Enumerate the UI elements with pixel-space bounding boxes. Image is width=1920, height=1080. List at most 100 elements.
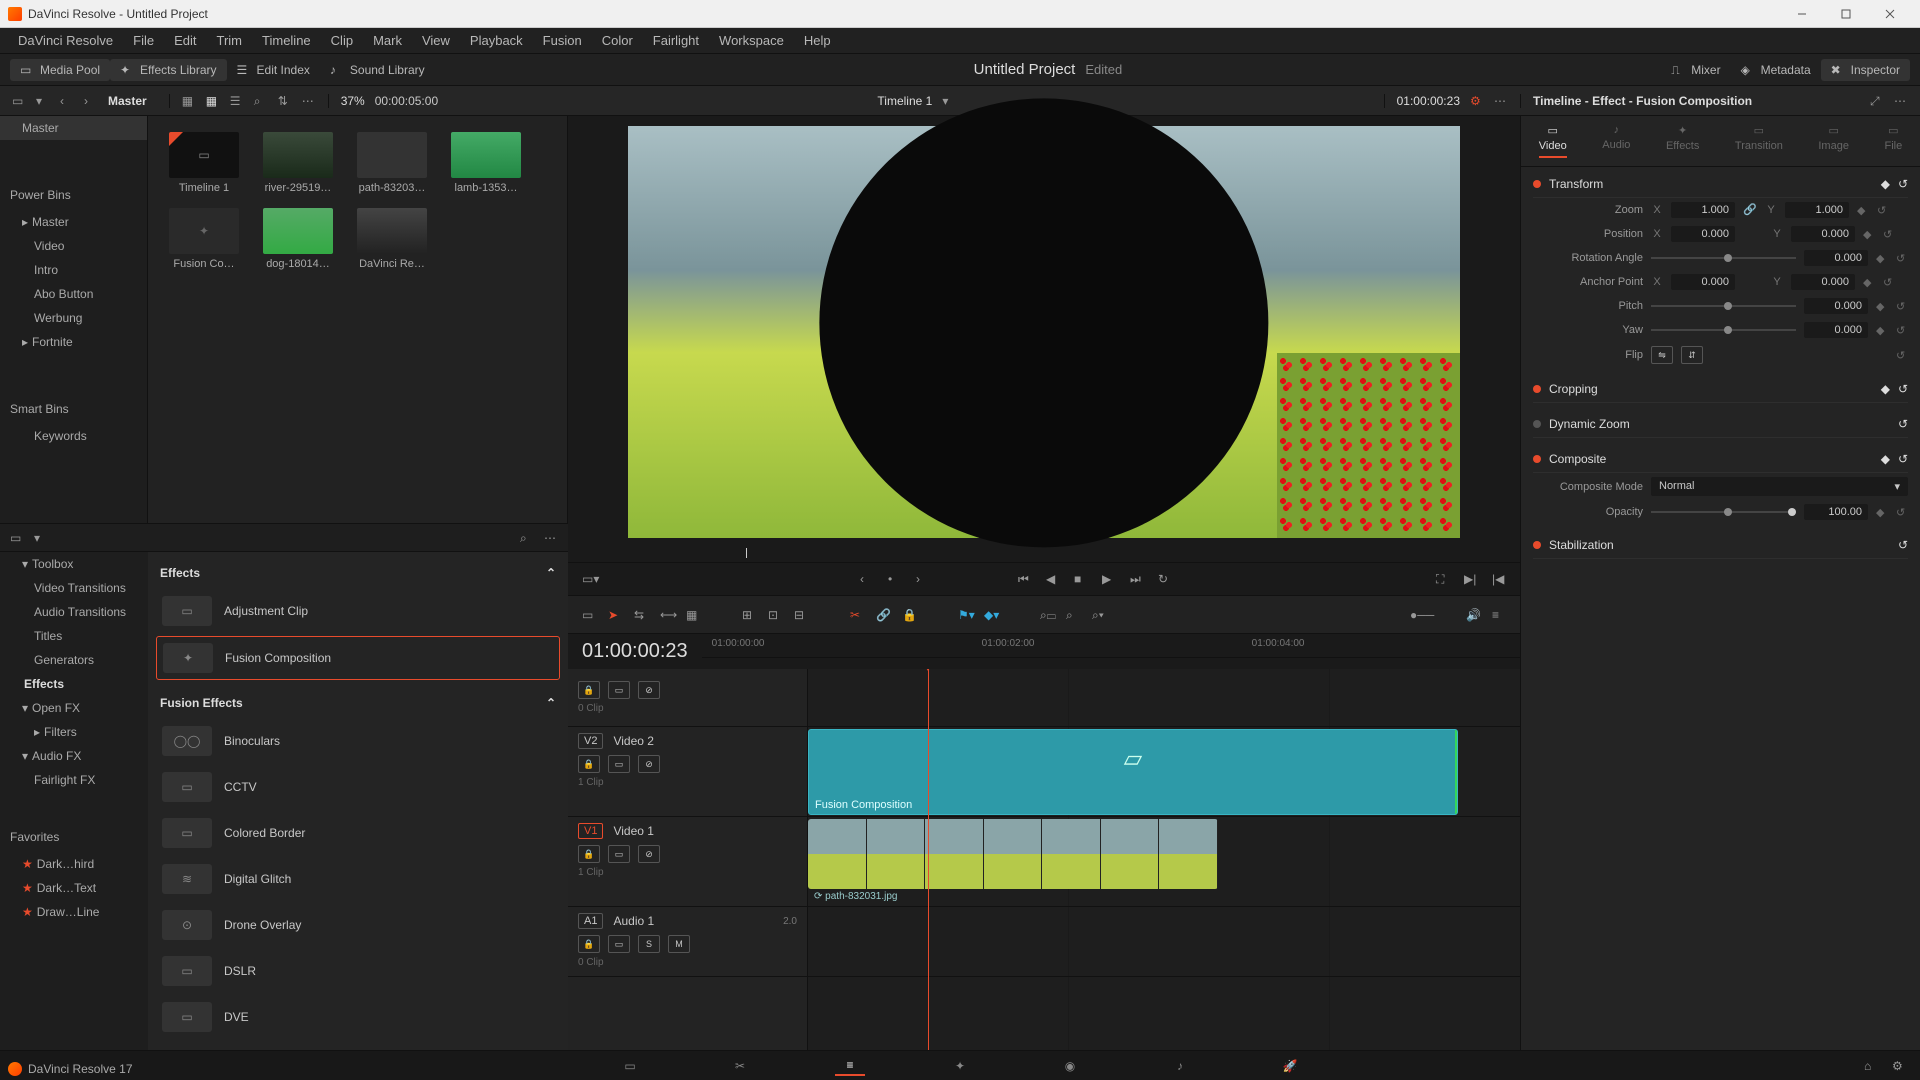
trim-tool-icon[interactable]: ⇆ <box>634 608 648 622</box>
effects-group-header[interactable]: Effects⌃ <box>156 560 560 586</box>
reset-icon[interactable]: ↺ <box>1896 252 1908 265</box>
last-frame-icon[interactable]: ⏭ <box>1130 572 1144 586</box>
cropping-header[interactable]: Cropping◆↺ <box>1533 376 1908 403</box>
lock-icon[interactable]: 🔒 <box>902 608 916 622</box>
nav-item[interactable]: Audio Transitions <box>0 600 148 624</box>
settings-icon[interactable]: ⚙ <box>1892 1059 1906 1073</box>
prev-frame-icon[interactable]: ◀ <box>1046 572 1060 586</box>
marker-icon[interactable]: ◆▾ <box>984 608 998 622</box>
link-icon[interactable]: 🔗 <box>876 608 890 622</box>
fav-item[interactable]: ★Draw…Line <box>0 900 148 924</box>
bin-master[interactable]: Master <box>0 116 147 140</box>
match-frame-icon[interactable]: ▭▾ <box>582 572 596 586</box>
auto-select-icon[interactable]: ▭ <box>608 681 630 699</box>
nav-item[interactable]: Fairlight FX <box>0 768 148 792</box>
lock-icon[interactable]: 🔒 <box>578 935 600 953</box>
metadata-toggle[interactable]: ◈Metadata <box>1731 59 1821 81</box>
page-deliver[interactable]: 🚀 <box>1275 1056 1305 1076</box>
keyframe-icon[interactable]: ◆ <box>1876 252 1888 265</box>
menu-fairlight[interactable]: Fairlight <box>643 33 709 48</box>
lock-icon[interactable]: 🔒 <box>578 755 600 773</box>
chevron-down-icon[interactable]: ▾ <box>942 94 956 108</box>
pos-y-input[interactable]: 0.000 <box>1791 226 1855 242</box>
keyframe-icon[interactable]: ◆ <box>1876 506 1888 519</box>
effect-item[interactable]: ▭CCTV <box>156 766 560 808</box>
menu-clip[interactable]: Clip <box>321 33 363 48</box>
view-thumb-icon[interactable]: ▦ <box>206 94 220 108</box>
inspector-tab-effects[interactable]: ✦Effects <box>1666 124 1699 158</box>
nav-item[interactable]: ▸Filters <box>0 720 148 744</box>
pos-x-input[interactable]: 0.000 <box>1671 226 1735 242</box>
stop-icon[interactable]: ■ <box>1074 572 1088 586</box>
effect-item-selected[interactable]: ✦Fusion Composition <box>156 636 560 680</box>
arrow-tool-icon[interactable]: ➤ <box>608 608 622 622</box>
yaw-slider[interactable] <box>1651 329 1796 331</box>
more-icon[interactable]: ⋯ <box>544 531 558 545</box>
nav-fwd-icon[interactable]: › <box>84 94 98 108</box>
effect-item[interactable]: ▭DSLR <box>156 950 560 992</box>
clip-trim-handle[interactable] <box>1455 730 1458 814</box>
clip-fusion[interactable]: ▱ Fusion Composition <box>808 729 1458 815</box>
scrub-bar[interactable] <box>746 548 747 558</box>
home-icon[interactable]: ⌂ <box>1864 1059 1878 1073</box>
clip-thumb[interactable]: DaVinci Re… <box>352 208 432 270</box>
opacity-input[interactable]: 100.00 <box>1804 504 1868 520</box>
media-pool-toggle[interactable]: ▭Media Pool <box>10 59 110 81</box>
anchor-y-input[interactable]: 0.000 <box>1791 274 1855 290</box>
effect-item[interactable]: ▭Colored Border <box>156 812 560 854</box>
lock-icon[interactable]: 🔒 <box>578 681 600 699</box>
auto-select-icon[interactable]: ▭ <box>608 845 630 863</box>
more-icon[interactable]: ⋯ <box>1894 94 1908 108</box>
window-close-button[interactable] <box>1868 0 1912 28</box>
chevron-down-icon[interactable]: ▾ <box>34 531 48 545</box>
nav-item[interactable]: Titles <box>0 624 148 648</box>
keyframe-icon[interactable]: ◆ <box>1857 204 1869 217</box>
nav-toolbox[interactable]: ▾Toolbox <box>0 552 148 576</box>
inspector-toggle[interactable]: ✖Inspector <box>1821 59 1910 81</box>
zoom-slider[interactable]: ●── <box>1410 608 1424 622</box>
power-bin-item[interactable]: ▸Master <box>0 210 147 234</box>
page-fusion[interactable]: ✦ <box>945 1056 975 1076</box>
power-bin-item[interactable]: Werbung <box>0 306 147 330</box>
inspector-tab-image[interactable]: ▭Image <box>1818 124 1849 158</box>
zoom-timeline-icon[interactable]: ⌕ <box>1066 608 1080 622</box>
zoom-out-icon[interactable]: ⌕▾ <box>1092 608 1106 622</box>
zoom-y-input[interactable]: 1.000 <box>1785 202 1849 218</box>
clip-thumb[interactable]: ▭Timeline 1 <box>164 132 244 194</box>
reset-icon[interactable]: ↺ <box>1896 349 1908 362</box>
timeline-view-icon[interactable]: ▭ <box>582 608 596 622</box>
reset-icon[interactable]: ↺ <box>1883 228 1895 241</box>
audio-icon[interactable]: 🔊 <box>1466 608 1480 622</box>
menu-view[interactable]: View <box>412 33 460 48</box>
flag-icon[interactable]: ⚑▾ <box>958 608 972 622</box>
reset-icon[interactable]: ↺ <box>1898 452 1908 466</box>
timeline-ruler[interactable]: 01:00:00:00 01:00:02:00 01:00:04:00 <box>702 634 1520 658</box>
timeline-name[interactable]: Timeline 1 <box>877 94 932 108</box>
menu-trim[interactable]: Trim <box>207 33 253 48</box>
edit-index-toggle[interactable]: ☰Edit Index <box>227 59 320 81</box>
effect-item[interactable]: ▭Adjustment Clip <box>156 590 560 632</box>
next-edit-icon[interactable]: › <box>916 572 930 586</box>
search-icon[interactable]: ⌕ <box>254 94 268 108</box>
track-header-v3[interactable]: 🔒▭⊘ 0 Clip <box>568 669 807 727</box>
rotation-input[interactable]: 0.000 <box>1804 250 1868 266</box>
menu-mark[interactable]: Mark <box>363 33 412 48</box>
clip-thumb[interactable]: river-29519… <box>258 132 338 194</box>
reset-icon[interactable]: ↺ <box>1898 538 1908 552</box>
first-frame-icon[interactable]: ⏮ <box>1018 572 1032 586</box>
keyframe-icon[interactable]: ◆ <box>1881 177 1890 191</box>
reset-icon[interactable]: ↺ <box>1898 417 1908 431</box>
dynamic-zoom-header[interactable]: Dynamic Zoom↺ <box>1533 411 1908 438</box>
menu-app[interactable]: DaVinci Resolve <box>8 33 123 48</box>
viewer-zoom[interactable]: 37% <box>341 94 365 108</box>
clip-thumb[interactable]: ✦Fusion Co… <box>164 208 244 270</box>
next-clip-icon[interactable]: ▶| <box>1464 572 1478 586</box>
timeline-timecode[interactable]: 01:00:00:23 <box>568 634 702 669</box>
page-fairlight[interactable]: ♪ <box>1165 1056 1195 1076</box>
prev-clip-icon[interactable]: |◀ <box>1492 572 1506 586</box>
menu-edit[interactable]: Edit <box>164 33 206 48</box>
keyframe-icon[interactable]: ◆ <box>1863 228 1875 241</box>
power-bin-item[interactable]: Video <box>0 234 147 258</box>
inspector-tab-video[interactable]: ▭Video <box>1539 124 1567 158</box>
reset-icon[interactable]: ↺ <box>1883 276 1895 289</box>
